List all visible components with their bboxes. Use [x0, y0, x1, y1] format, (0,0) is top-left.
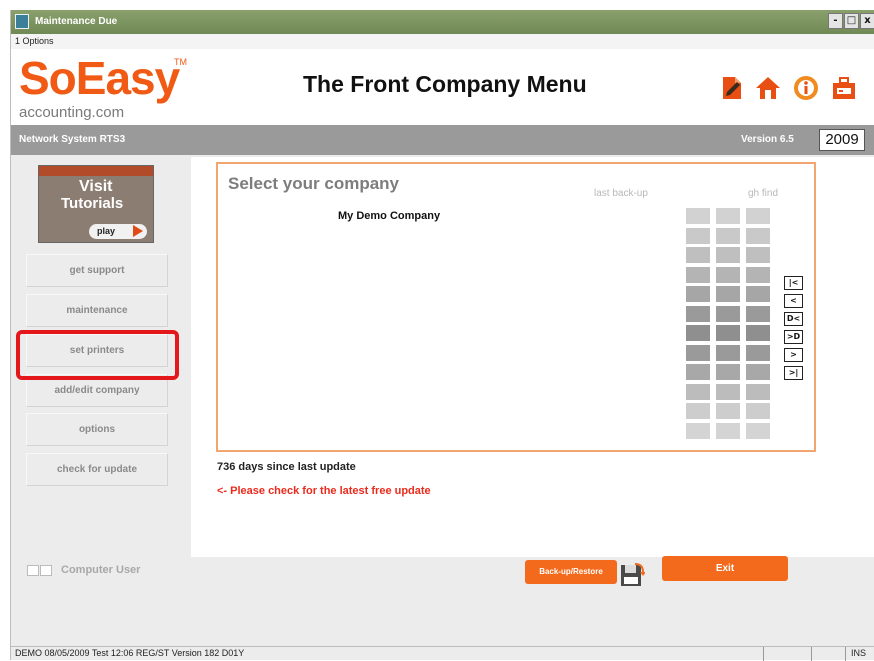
grid-cell: [686, 403, 710, 419]
company-row[interactable]: My Demo Company: [338, 210, 440, 222]
grid-cell: [716, 305, 740, 322]
floppy-disk-icon[interactable]: [619, 562, 645, 588]
grid-cell: [746, 286, 770, 302]
menu-item-options[interactable]: 1 Options: [15, 36, 54, 46]
status-divider: [811, 647, 812, 661]
computer-user-label: Computer User: [61, 564, 141, 576]
grid-cell: [746, 305, 770, 322]
visit-tutorials-banner[interactable]: Visit Tutorials play: [38, 165, 154, 243]
get-support-button[interactable]: get support: [26, 254, 168, 287]
panel-title: Select your company: [228, 174, 400, 193]
network-label: Network System RTS3: [19, 134, 126, 145]
grid-cell: [686, 286, 710, 302]
grid-cell: [686, 344, 710, 361]
logo-subtitle: accounting.com: [19, 104, 125, 121]
minimize-button[interactable]: -: [828, 13, 843, 29]
grid-cell: [716, 208, 740, 224]
grid-cell: [716, 266, 740, 283]
application-window: Maintenance Due - □ x 1 Options SoEasy T…: [10, 10, 874, 661]
title-bar: Maintenance Due - □ x: [11, 10, 874, 34]
grid-cell: [746, 344, 770, 361]
grid-cell: [716, 422, 740, 439]
update-message-link[interactable]: <- Please check for the latest free upda…: [217, 485, 431, 497]
version-label: Version 6.5: [741, 134, 794, 145]
grid-cell: [716, 247, 740, 263]
grid-cell: [686, 325, 710, 341]
tutorial-line1: Visit: [79, 178, 113, 195]
play-icon: [133, 225, 143, 237]
home-icon[interactable]: [755, 75, 781, 101]
grid-cell: [686, 305, 710, 322]
grid-cell: [716, 286, 740, 302]
highlight-box: [16, 330, 179, 380]
computer-user-checkbox-2[interactable]: [40, 565, 52, 576]
grid-cell: [716, 344, 740, 361]
banner-strip: [39, 166, 153, 176]
grid-cell: [716, 227, 740, 244]
grid-cell: [746, 325, 770, 341]
backup-restore-button[interactable]: Back-up/Restore: [525, 560, 617, 584]
column-last-backup: last back-up: [594, 188, 648, 199]
grid-cell: [746, 247, 770, 263]
exit-button[interactable]: Exit: [662, 556, 788, 581]
last-record-icon[interactable]: >|: [784, 366, 803, 380]
grid-cell: [746, 403, 770, 419]
grid-cell: [686, 208, 710, 224]
grid-cell: [686, 266, 710, 283]
grid-cell: [716, 364, 740, 380]
briefcase-icon[interactable]: [831, 75, 857, 101]
menu-bar: 1 Options: [11, 34, 874, 49]
check-for-update-button[interactable]: check for update: [26, 453, 168, 486]
close-button[interactable]: x: [860, 13, 874, 29]
computer-user-checkbox[interactable]: [27, 565, 39, 576]
column-find: gh find: [748, 188, 779, 199]
grid-cell: [746, 383, 770, 400]
previous-record-icon[interactable]: <: [784, 294, 803, 308]
status-bar: DEMO 08/05/2009 Test 12:06 REG/ST Versio…: [11, 646, 874, 661]
grid-cell: [746, 422, 770, 439]
grid-cell: [716, 403, 740, 419]
play-button[interactable]: play: [89, 224, 147, 239]
header: SoEasy TM accounting.com The Front Compa…: [11, 49, 874, 125]
window-title: Maintenance Due: [35, 16, 118, 27]
play-label: play: [97, 226, 116, 236]
tutorial-line2: Tutorials: [61, 195, 124, 212]
status-text: DEMO 08/05/2009 Test 12:06 REG/ST Versio…: [15, 648, 245, 658]
grid-cell: [686, 383, 710, 400]
grid-cell: [746, 266, 770, 283]
status-divider: [763, 647, 764, 661]
grid-cell: [686, 247, 710, 263]
grid-cell: [716, 383, 740, 400]
grid-cell: [686, 422, 710, 439]
logo-text: SoEasy: [19, 52, 180, 104]
info-bar: Network System RTS3 Version 6.5 2009: [11, 125, 874, 155]
app-icon: [15, 14, 29, 29]
next-record-icon[interactable]: >: [784, 348, 803, 362]
grid-cell: [686, 227, 710, 244]
company-panel: Select your company last back-up gh find…: [216, 162, 816, 452]
grid-cell: [746, 364, 770, 380]
maintenance-button[interactable]: maintenance: [26, 294, 168, 327]
grid-cell: [746, 208, 770, 224]
page-title: The Front Company Menu: [303, 71, 587, 97]
maximize-button[interactable]: □: [844, 13, 859, 29]
new-record-icon[interactable]: >D: [784, 330, 803, 344]
status-divider: [845, 647, 846, 661]
days-since-update: 736 days since last update: [217, 461, 356, 473]
year-field[interactable]: 2009: [819, 129, 865, 151]
document-icon[interactable]: [719, 75, 745, 101]
options-button[interactable]: options: [26, 413, 168, 446]
insert-record-icon[interactable]: D<: [784, 312, 803, 326]
info-icon[interactable]: [793, 75, 819, 101]
first-record-icon[interactable]: |<: [784, 276, 803, 290]
insert-mode-indicator: INS: [851, 648, 867, 658]
grid-cell: [746, 227, 770, 244]
grid-cell: [716, 325, 740, 341]
grid-cell: [686, 364, 710, 380]
logo-trademark: TM: [174, 57, 187, 67]
